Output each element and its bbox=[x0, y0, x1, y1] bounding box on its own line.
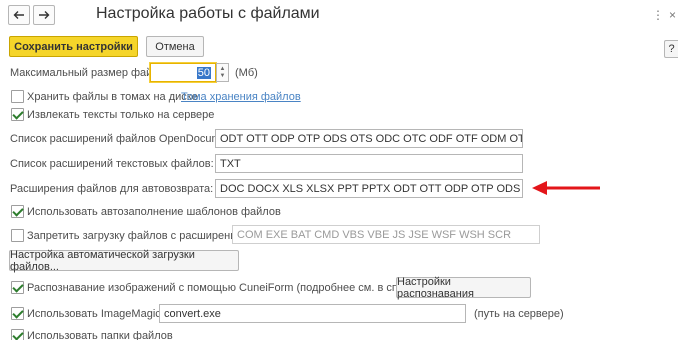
forward-button[interactable] bbox=[33, 5, 55, 25]
text-ext-input[interactable]: TXT bbox=[215, 154, 523, 173]
back-button[interactable] bbox=[8, 5, 30, 25]
store-in-volumes-checkbox[interactable] bbox=[11, 90, 24, 103]
recognition-settings-button[interactable]: Настройки распознавания bbox=[396, 276, 531, 300]
arrow-left-icon bbox=[13, 11, 24, 19]
forbid-upload-checkbox[interactable] bbox=[11, 229, 24, 242]
template-autofill-label: Использовать автозаполнение шаблонов фай… bbox=[27, 206, 281, 218]
forbid-upload-label: Запретить загрузку файлов с расширением: bbox=[27, 230, 254, 242]
spin-up-icon[interactable]: ▲ bbox=[220, 66, 226, 73]
arrow-right-icon bbox=[39, 11, 50, 19]
imagemagick-label: Использовать ImageMagick bbox=[27, 308, 167, 320]
forbid-upload-input[interactable]: COM EXE BAT CMD VBS VBE JS JSE WSF WSH S… bbox=[232, 225, 540, 244]
extract-text-label: Извлекать тексты только на сервере bbox=[27, 109, 215, 121]
text-ext-label: Список расширений текстовых файлов: bbox=[10, 158, 214, 170]
save-button[interactable]: Сохранить настройки bbox=[9, 36, 138, 57]
max-size-label: Максимальный размер файла: bbox=[10, 67, 168, 79]
file-folders-checkbox[interactable] bbox=[11, 329, 24, 340]
max-size-input[interactable]: 50 bbox=[150, 63, 216, 82]
volumes-link[interactable]: Тома хранения файлов bbox=[181, 91, 301, 103]
cuneiform-label: Распознавание изображений с помощью Cune… bbox=[27, 282, 431, 294]
auto-upload-settings-button[interactable]: Настройка автоматической загрузки файлов… bbox=[9, 249, 239, 273]
more-icon[interactable]: ⋮ bbox=[652, 8, 664, 22]
extract-text-checkbox[interactable] bbox=[11, 108, 24, 121]
close-icon[interactable]: × bbox=[669, 8, 676, 22]
file-folders-label: Использовать папки файлов bbox=[27, 330, 173, 340]
store-in-volumes-label: Хранить файлы в томах на диске bbox=[27, 91, 198, 103]
red-arrow-icon bbox=[532, 181, 600, 195]
imagemagick-checkbox[interactable] bbox=[11, 307, 24, 320]
autoreturn-ext-label: Расширения файлов для автовозврата: bbox=[10, 183, 214, 195]
imagemagick-path-input[interactable]: convert.exe bbox=[159, 304, 466, 323]
opendocument-ext-label: Список расширений файлов OpenDocument: bbox=[10, 133, 239, 145]
cancel-button[interactable]: Отмена bbox=[146, 36, 204, 57]
max-size-stepper[interactable]: ▲ ▼ bbox=[216, 63, 229, 82]
spin-down-icon[interactable]: ▼ bbox=[220, 73, 226, 80]
autoreturn-ext-input[interactable]: DOC DOCX XLS XLSX PPT PPTX ODT OTT ODP O… bbox=[215, 179, 523, 198]
cuneiform-checkbox[interactable] bbox=[11, 281, 24, 294]
opendocument-ext-input[interactable]: ODT OTT ODP OTP ODS OTS ODC OTC ODF OTF … bbox=[215, 129, 523, 148]
max-size-unit: (Мб) bbox=[235, 67, 258, 79]
template-autofill-checkbox[interactable] bbox=[11, 205, 24, 218]
help-button[interactable]: ? bbox=[664, 40, 678, 58]
imagemagick-note: (путь на сервере) bbox=[474, 308, 564, 320]
page-title: Настройка работы с файлами bbox=[96, 5, 320, 22]
